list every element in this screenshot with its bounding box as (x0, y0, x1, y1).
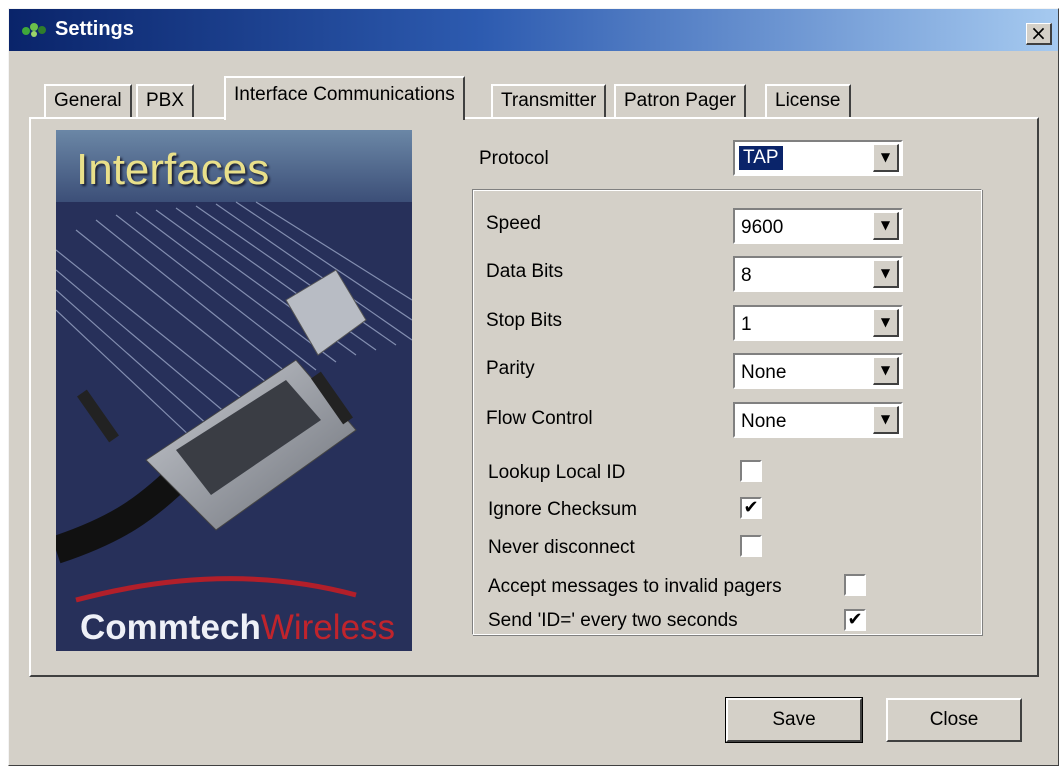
chevron-down-icon[interactable]: ▼ (873, 309, 899, 337)
protocol-value: TAP (738, 145, 784, 171)
close-button[interactable]: Close (886, 698, 1022, 742)
tab-patron-pager[interactable]: Patron Pager (614, 84, 746, 118)
chevron-down-icon[interactable]: ▼ (873, 212, 899, 240)
lookup-local-id-label: Lookup Local ID (488, 462, 626, 483)
brand-accent: Wireless (260, 608, 396, 647)
title-bar[interactable]: Settings × (9, 9, 1058, 51)
tab-general[interactable]: General (44, 84, 132, 118)
chevron-down-icon[interactable]: ▼ (873, 260, 899, 288)
protocol-label: Protocol (479, 148, 549, 169)
tab-label: Patron Pager (624, 90, 736, 111)
accept-invalid-pagers-label: Accept messages to invalid pagers (488, 576, 782, 597)
speed-value: 9600 (741, 217, 784, 238)
tab-label: License (775, 90, 841, 111)
save-button[interactable]: Save (725, 697, 863, 743)
flow-control-select[interactable]: None ▼ (733, 402, 903, 438)
lookup-local-id-checkbox[interactable] (740, 460, 762, 482)
window-title: Settings (55, 18, 134, 40)
tab-label: Interface Communications (234, 84, 455, 105)
never-disconnect-label: Never disconnect (488, 537, 635, 558)
data-bits-label: Data Bits (486, 261, 564, 282)
stop-bits-value: 1 (741, 314, 752, 335)
flow-control-label: Flow Control (486, 408, 593, 429)
parity-value: None (741, 362, 787, 383)
tab-pbx[interactable]: PBX (136, 84, 195, 118)
chevron-down-icon[interactable]: ▼ (873, 357, 899, 385)
parity-label: Parity (486, 358, 535, 379)
accept-invalid-pagers-checkbox[interactable] (844, 574, 866, 596)
ignore-checksum-label: Ignore Checksum (488, 499, 637, 520)
stop-bits-select[interactable]: 1 ▼ (733, 305, 903, 341)
banner-title: Interfaces (76, 145, 270, 194)
send-id-checkbox[interactable]: ✔ (844, 609, 866, 631)
speed-label: Speed (486, 213, 541, 234)
data-bits-select[interactable]: 8 ▼ (733, 256, 903, 292)
flow-control-value: None (741, 411, 787, 432)
tab-label: General (54, 90, 122, 111)
ignore-checksum-checkbox[interactable]: ✔ (740, 497, 762, 519)
tab-transmitter[interactable]: Transmitter (491, 84, 607, 118)
serial-cable-connector-image (56, 130, 412, 603)
tab-label: PBX (146, 90, 185, 111)
tab-interface-communications[interactable]: Interface Communications (224, 76, 465, 120)
never-disconnect-checkbox[interactable] (740, 535, 762, 557)
speed-select[interactable]: 9600 ▼ (733, 208, 903, 244)
tab-license[interactable]: License (765, 84, 851, 118)
chevron-down-icon[interactable]: ▼ (873, 406, 899, 434)
close-icon[interactable]: × (1026, 23, 1052, 45)
parity-select[interactable]: None ▼ (733, 353, 903, 389)
tab-label: Transmitter (501, 90, 597, 111)
brand-logo: CommtechWireless (80, 608, 395, 648)
close-button-label: Close (929, 709, 979, 730)
brand-main: Commtech (80, 608, 261, 647)
save-button-label: Save (772, 709, 816, 730)
send-id-label: Send 'ID=' every two seconds (488, 610, 738, 631)
interfaces-banner: Interfaces CommtechWireless (56, 130, 412, 651)
data-bits-value: 8 (741, 265, 752, 286)
app-icon (22, 23, 46, 37)
stop-bits-label: Stop Bits (486, 310, 563, 331)
protocol-select[interactable]: TAP ▼ (733, 140, 903, 176)
chevron-down-icon[interactable]: ▼ (873, 144, 899, 172)
